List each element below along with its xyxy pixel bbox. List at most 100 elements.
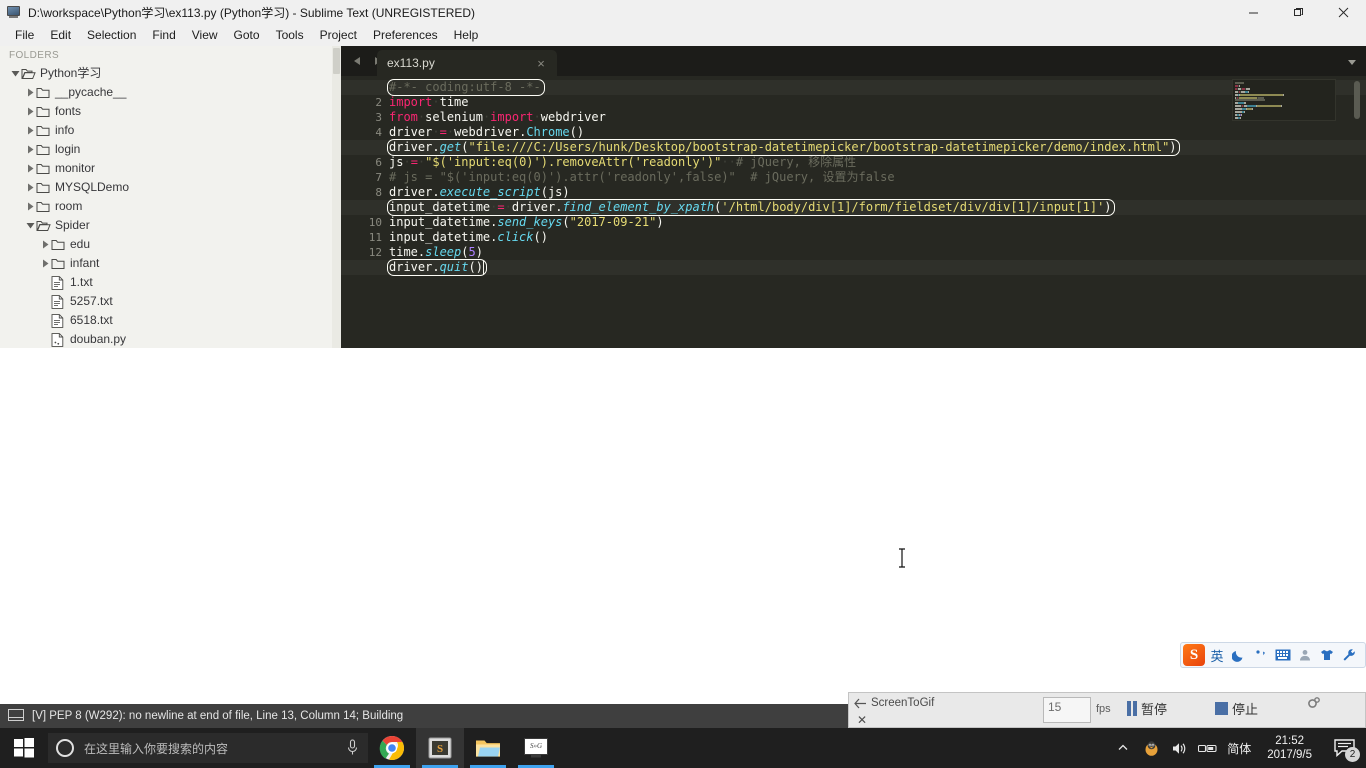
close-button[interactable]	[1321, 0, 1366, 24]
sidebar-scrollbar[interactable]	[332, 46, 341, 348]
tree-item-mysqldemo[interactable]: MYSQLDemo	[0, 178, 341, 197]
line-number: 4	[375, 126, 382, 139]
menu-preferences[interactable]: Preferences	[365, 26, 446, 44]
tree-item-fonts[interactable]: fonts	[0, 102, 341, 121]
code-token: # js = "$('input:eq(0)').attr('readonly'…	[389, 170, 895, 184]
menu-project[interactable]: Project	[312, 26, 365, 44]
tab-prev-arrow-icon[interactable]	[351, 54, 363, 68]
tree-item-label: fonts	[55, 104, 82, 118]
taskbar-search-box[interactable]: 在这里输入你要搜索的内容	[48, 733, 368, 763]
screentogif-close-icon[interactable]: ✕	[855, 713, 869, 727]
code-editor[interactable]: 12345678910111213 #-*- coding:utf-8 -*-i…	[341, 76, 1366, 348]
tree-item-infant[interactable]: infant	[0, 254, 341, 273]
menu-file[interactable]: File	[7, 26, 42, 44]
minimap-line	[1235, 111, 1242, 113]
code-token: driver.	[389, 260, 440, 274]
code-token: =	[497, 200, 505, 214]
chevron-down-icon[interactable]	[9, 68, 21, 80]
ime-moon-icon[interactable]	[1229, 644, 1249, 666]
code-minimap[interactable]	[1232, 79, 1336, 121]
minimize-button[interactable]	[1231, 0, 1276, 24]
ime-skin-icon[interactable]	[1317, 644, 1337, 666]
chevron-right-icon[interactable]	[24, 125, 36, 137]
tree-item-spider[interactable]: Spider	[0, 216, 341, 235]
ime-mode-english-button[interactable]: 英	[1207, 644, 1227, 666]
screentogif-recorder-window[interactable]: ScreenToGif ✕ 15 fps 暂停 停止	[848, 692, 1366, 728]
chevron-right-icon[interactable]	[24, 163, 36, 175]
chevron-right-icon[interactable]	[39, 239, 51, 251]
code-token: import	[389, 95, 433, 109]
chevron-right-icon[interactable]	[39, 258, 51, 270]
sogou-logo-icon[interactable]: S	[1183, 644, 1205, 666]
text-file-icon	[51, 295, 66, 309]
tree-item-login[interactable]: login	[0, 140, 341, 159]
chevron-right-icon[interactable]	[24, 106, 36, 118]
tab-overflow-chevron-down-icon[interactable]	[1346, 55, 1358, 67]
ime-user-icon[interactable]	[1295, 644, 1315, 666]
svg-text:S: S	[437, 743, 443, 755]
stop-label: 停止	[1232, 702, 1259, 717]
menu-selection[interactable]: Selection	[79, 26, 144, 44]
ime-toolbox-wrench-icon[interactable]	[1339, 644, 1359, 666]
editor-vertical-scrollbar[interactable]	[1354, 81, 1360, 119]
menu-find[interactable]: Find	[144, 26, 183, 44]
tree-item-label: room	[55, 199, 83, 213]
taskbar-screentogif[interactable]: S»G	[512, 728, 560, 768]
qq-penguin-icon[interactable]	[1137, 728, 1165, 768]
tree-item-douban-py[interactable]: douban.py	[0, 330, 341, 348]
tab-close-icon[interactable]: ×	[535, 56, 547, 71]
chevron-right-icon[interactable]	[24, 201, 36, 213]
sidebar-scrollbar-thumb[interactable]	[333, 48, 340, 74]
line-number: 10	[368, 216, 382, 229]
tree-item-python--[interactable]: Python学习	[0, 64, 341, 83]
code-line: input_datetime.click()	[389, 230, 548, 245]
network-icon[interactable]	[1193, 728, 1221, 768]
line-highlight	[341, 260, 1366, 275]
code-token: get	[439, 140, 462, 154]
menu-view[interactable]: View	[184, 26, 226, 44]
screentogif-fps-input[interactable]: 15	[1043, 697, 1091, 723]
tree-item---pycache--[interactable]: __pycache__	[0, 83, 341, 102]
menu-tools[interactable]: Tools	[268, 26, 312, 44]
volume-icon[interactable]	[1165, 728, 1193, 768]
taskbar-clock[interactable]: 21:52 2017/9/5	[1257, 734, 1322, 762]
code-line: driver.execute_script(js)	[389, 185, 570, 200]
tree-item-monitor[interactable]: monitor	[0, 159, 341, 178]
tree-item-info[interactable]: info	[0, 121, 341, 140]
tray-chevron-up-icon[interactable]	[1109, 728, 1137, 768]
ime-punctuation-icon[interactable]	[1251, 644, 1271, 666]
ime-soft-keyboard-icon[interactable]	[1273, 644, 1293, 666]
tree-item-5257-txt[interactable]: 5257.txt	[0, 292, 341, 311]
menu-help[interactable]: Help	[446, 26, 487, 44]
tree-item-1-txt[interactable]: 1.txt	[0, 273, 341, 292]
notification-center-icon[interactable]: 2	[1322, 728, 1366, 768]
ime-language-label[interactable]: 简体	[1221, 740, 1257, 757]
code-token: ··	[721, 155, 736, 169]
menu-edit[interactable]: Edit	[42, 26, 79, 44]
screentogif-pause-button[interactable]: 暂停	[1127, 699, 1167, 718]
search-input-placeholder[interactable]: 在这里输入你要搜索的内容	[84, 740, 336, 757]
code-line: driver·=·webdriver.Chrome()	[389, 125, 584, 140]
tab-ex113-py[interactable]: ex113.py ×	[377, 50, 557, 76]
taskbar-sublime[interactable]: S	[416, 728, 464, 768]
sogou-ime-toolbar[interactable]: S 英	[1180, 642, 1366, 668]
windows-start-icon[interactable]	[0, 728, 48, 768]
tree-item-room[interactable]: room	[0, 197, 341, 216]
gear-icon[interactable]	[1306, 696, 1321, 711]
chevron-right-icon[interactable]	[24, 182, 36, 194]
screentogif-stop-button[interactable]: 停止	[1215, 699, 1258, 718]
chevron-right-icon[interactable]	[24, 87, 36, 99]
chevron-down-icon[interactable]	[24, 220, 36, 232]
tree-item-6518-txt[interactable]: 6518.txt	[0, 311, 341, 330]
minimap-line	[1243, 111, 1245, 113]
menu-goto[interactable]: Goto	[226, 26, 268, 44]
back-arrow-icon[interactable]	[849, 694, 871, 712]
tree-item-edu[interactable]: edu	[0, 235, 341, 254]
taskbar-explorer[interactable]	[464, 728, 512, 768]
microphone-icon[interactable]	[346, 739, 360, 757]
maximize-button[interactable]	[1276, 0, 1321, 24]
chevron-right-icon[interactable]	[24, 144, 36, 156]
panel-toggle-icon[interactable]	[8, 708, 24, 724]
minimap-line	[1280, 105, 1282, 108]
taskbar-chrome[interactable]	[368, 728, 416, 768]
